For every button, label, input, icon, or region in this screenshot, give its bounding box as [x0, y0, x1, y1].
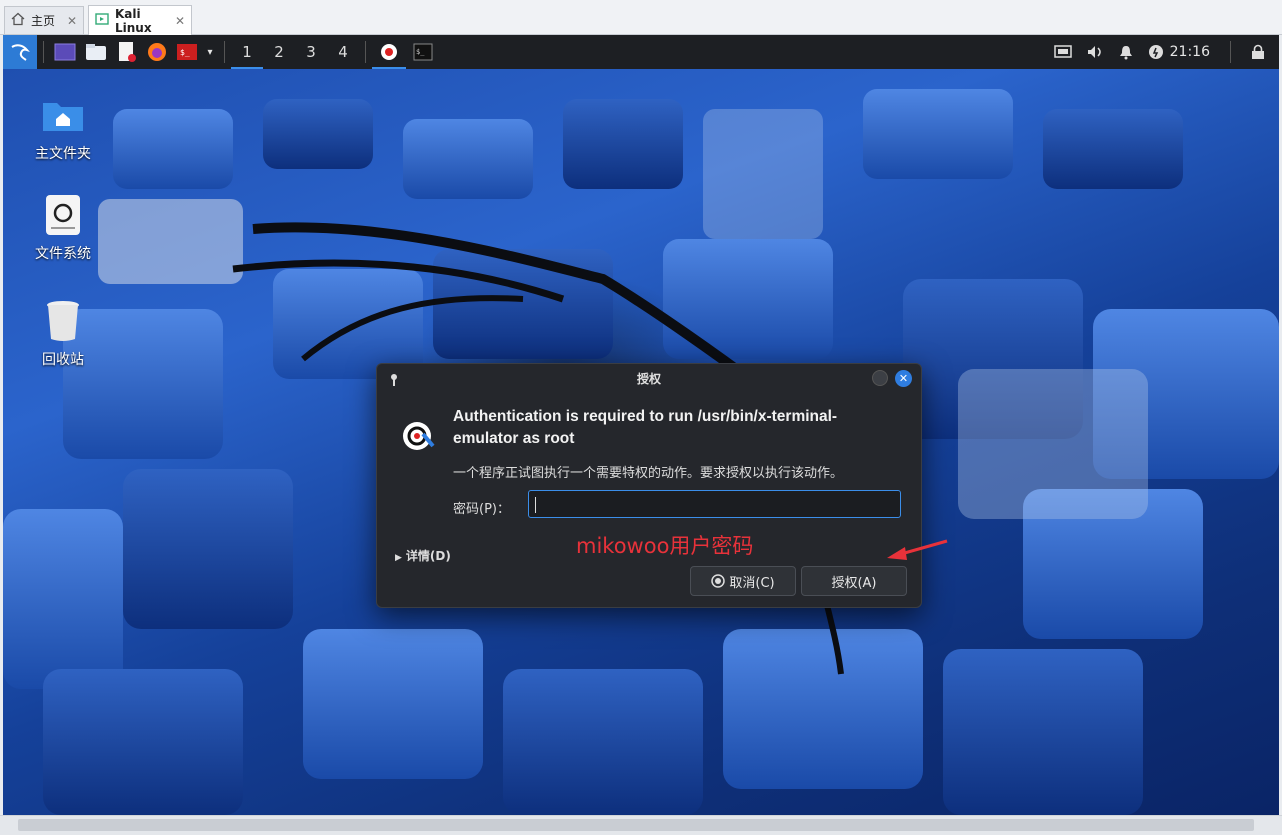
home-icon	[11, 12, 25, 29]
system-tray: 21:16	[1053, 35, 1279, 69]
workspace-4[interactable]: 4	[327, 35, 359, 69]
task-auth-icon[interactable]	[372, 35, 406, 69]
scrollbar-thumb[interactable]	[18, 819, 1254, 831]
details-expander[interactable]: ▶ 详情(D)	[395, 547, 451, 564]
firefox-icon[interactable]	[142, 35, 172, 69]
chevron-down-icon[interactable]: ▾	[202, 35, 218, 69]
annotation-text: mikowoo用户密码	[576, 534, 754, 558]
vm-screen: $_ ▾ 1 2 3 4 $_ 21:16 主文件夹 文件系统 回收站 授权 ✕…	[3, 35, 1279, 815]
text-editor-icon[interactable]	[112, 35, 142, 69]
divider	[1230, 41, 1231, 63]
workspace-3[interactable]: 3	[295, 35, 327, 69]
clock[interactable]: 21:16	[1148, 35, 1210, 69]
cancel-button[interactable]: 取消(C)	[690, 566, 796, 596]
host-tab-kali[interactable]: Kali Linux ✕	[88, 5, 192, 35]
desktop-icon-label: 主文件夹	[35, 146, 91, 162]
host-tab-label: Kali Linux	[115, 6, 152, 35]
svg-text:$_: $_	[180, 48, 190, 57]
host-tab-home[interactable]: 主页 ✕	[4, 6, 84, 34]
trash-icon	[41, 299, 85, 343]
desktop-icon-label: 回收站	[42, 352, 84, 368]
file-manager-icon[interactable]	[80, 35, 112, 69]
task-terminal-icon[interactable]: $_	[406, 35, 440, 69]
authorize-label: 授权(A)	[831, 575, 877, 591]
desktop-icon-trash[interactable]: 回收站	[3, 299, 123, 369]
network-icon[interactable]	[1053, 35, 1072, 69]
cancel-icon	[711, 574, 726, 588]
kali-menu-icon[interactable]	[3, 35, 37, 69]
authorize-button[interactable]: 授权(A)	[801, 566, 907, 596]
close-icon[interactable]: ✕	[175, 14, 185, 28]
cancel-label: 取消(C)	[729, 575, 775, 591]
home-folder-icon	[41, 93, 85, 137]
desktop-icon-home[interactable]: 主文件夹	[3, 93, 123, 163]
host-scrollbar[interactable]	[0, 815, 1282, 835]
close-button[interactable]: ✕	[895, 370, 912, 387]
power-manager-icon	[1148, 45, 1163, 59]
workspace-2[interactable]: 2	[263, 35, 295, 69]
drive-icon	[41, 193, 85, 237]
vm-icon	[95, 12, 109, 29]
password-label: 密码(P)：	[453, 502, 510, 517]
close-icon[interactable]: ✕	[67, 14, 77, 28]
divider	[365, 41, 366, 63]
triangle-right-icon: ▶	[395, 553, 402, 563]
minimize-button[interactable]	[872, 370, 888, 386]
show-desktop-icon[interactable]	[50, 35, 80, 69]
terminal-red-icon[interactable]: $_	[172, 35, 202, 69]
desktop-icon-filesystem[interactable]: 文件系统	[3, 193, 123, 263]
desktop-icon-label: 文件系统	[35, 246, 91, 262]
auth-headline: Authentication is required to run /usr/b…	[453, 408, 838, 447]
text-caret	[535, 497, 536, 513]
svg-text:$_: $_	[416, 48, 425, 56]
lock-screen-icon[interactable]	[1251, 35, 1265, 69]
host-tab-bar: 主页 ✕ Kali Linux ✕	[0, 0, 1282, 35]
volume-icon[interactable]	[1086, 35, 1104, 69]
top-panel: $_ ▾ 1 2 3 4 $_ 21:16	[3, 35, 1279, 69]
auth-dialog: 授权 ✕ Authentication is required to run /…	[376, 363, 922, 608]
notification-bell-icon[interactable]	[1118, 35, 1134, 69]
annotation-arrow	[887, 539, 948, 560]
auth-icon	[399, 414, 441, 460]
host-tab-label: 主页	[31, 14, 56, 28]
auth-description: 一个程序正试图执行一个需要特权的动作。要求授权以执行该动作。	[453, 466, 844, 481]
divider	[224, 41, 225, 63]
divider	[43, 41, 44, 63]
workspace-1[interactable]: 1	[231, 35, 263, 69]
password-input[interactable]	[528, 490, 901, 518]
dialog-title: 授权	[636, 372, 661, 386]
clock-time: 21:16	[1169, 44, 1210, 60]
details-label: 详情(D)	[405, 549, 451, 563]
